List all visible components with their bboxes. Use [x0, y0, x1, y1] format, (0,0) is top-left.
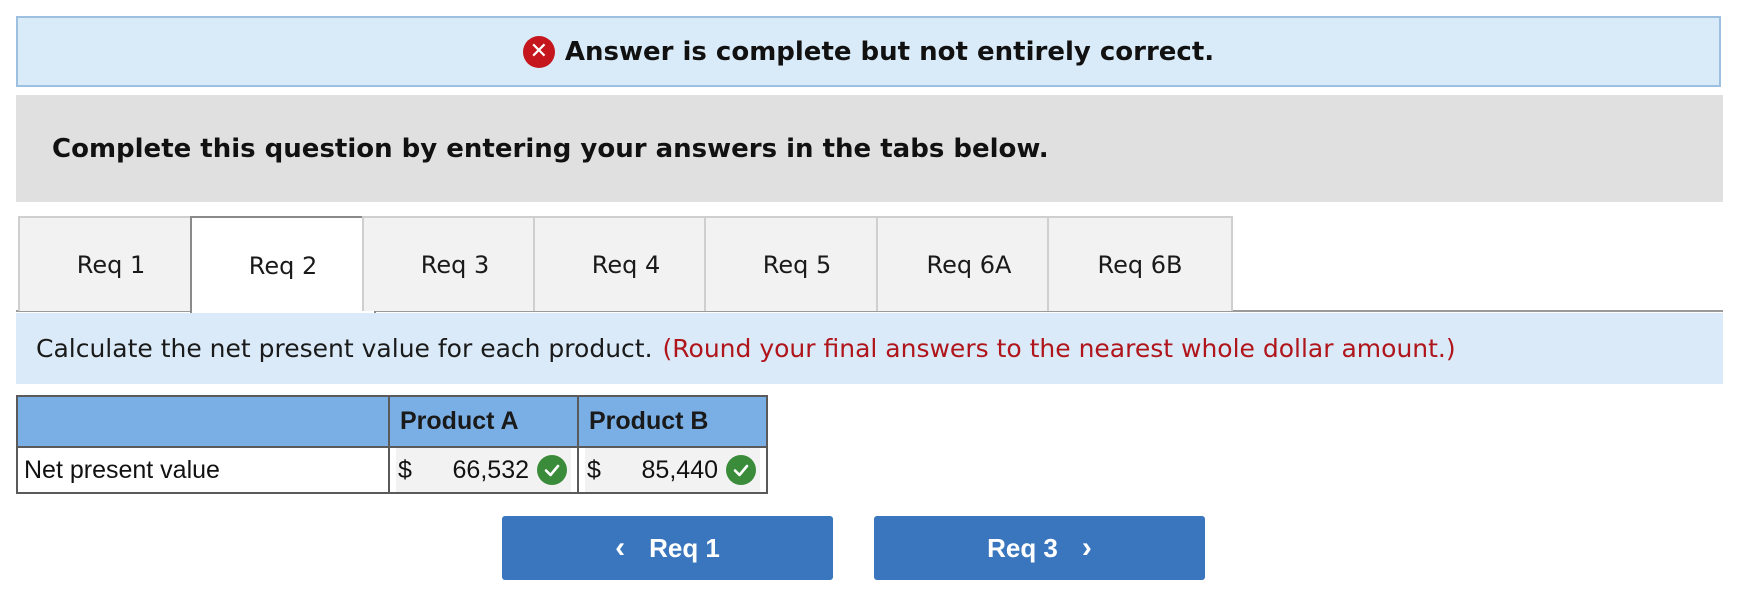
header-blank — [16, 395, 390, 448]
tab-label: Req 3 — [420, 250, 490, 279]
tab-req-1[interactable]: Req 1 — [18, 216, 204, 311]
tab-req-4[interactable]: Req 4 — [533, 216, 719, 311]
tab-bar: Req 1 Req 2 Req 3 Req 4 Req 5 Req 6A Req… — [16, 215, 1723, 313]
next-req-label: Req 3 — [987, 532, 1058, 563]
header-product-b: Product B — [577, 395, 768, 448]
correct-check-icon — [726, 455, 756, 485]
row-label: Net present value — [16, 446, 390, 494]
currency-symbol: $ — [587, 455, 601, 484]
feedback-message: Answer is complete but not entirely corr… — [564, 36, 1215, 67]
tab-req-5[interactable]: Req 5 — [704, 216, 890, 311]
tab-label: Req 6B — [1097, 250, 1183, 279]
prev-req-button[interactable]: ‹ Req 1 — [502, 516, 833, 580]
product-b-cell: $ 85,440 — [577, 446, 768, 494]
tab-label: Req 6A — [926, 250, 1012, 279]
prev-req-label: Req 1 — [649, 532, 720, 563]
tab-req-2[interactable]: Req 2 — [190, 216, 376, 313]
tab-label: Req 2 — [248, 251, 318, 280]
chevron-right-icon: › — [1081, 531, 1092, 564]
error-x-icon: ✕ — [522, 35, 555, 68]
rounding-hint: (Round your final answers to the nearest… — [662, 334, 1456, 363]
answer-table: Product A Product B Net present value $ … — [16, 395, 768, 494]
currency-symbol: $ — [398, 455, 412, 484]
instructions-panel: Complete this question by entering your … — [16, 95, 1723, 202]
tab-label: Req 1 — [76, 250, 146, 279]
chevron-left-icon: ‹ — [615, 531, 626, 564]
product-a-npv-input[interactable]: 66,532 — [453, 456, 529, 485]
instructions-text: Complete this question by entering your … — [52, 133, 1049, 164]
question-prompt: Calculate the net present value for each… — [16, 313, 1723, 384]
correct-check-icon — [537, 455, 567, 485]
prompt-text: Calculate the net present value for each… — [36, 334, 653, 363]
tab-label: Req 4 — [591, 250, 661, 279]
tab-req-6b[interactable]: Req 6B — [1047, 216, 1233, 311]
product-b-npv-input[interactable]: 85,440 — [642, 456, 718, 485]
tab-label: Req 5 — [762, 250, 832, 279]
next-req-button[interactable]: Req 3 › — [874, 516, 1205, 580]
tab-req-6a[interactable]: Req 6A — [876, 216, 1062, 311]
tab-req-3[interactable]: Req 3 — [362, 216, 548, 311]
feedback-banner: ✕ Answer is complete but not entirely co… — [16, 16, 1721, 87]
header-product-a: Product A — [388, 395, 579, 448]
table-row: Net present value $ 66,532 $ 85,440 — [16, 446, 768, 494]
table-header-row: Product A Product B — [16, 395, 768, 448]
product-a-cell: $ 66,532 — [388, 446, 579, 494]
